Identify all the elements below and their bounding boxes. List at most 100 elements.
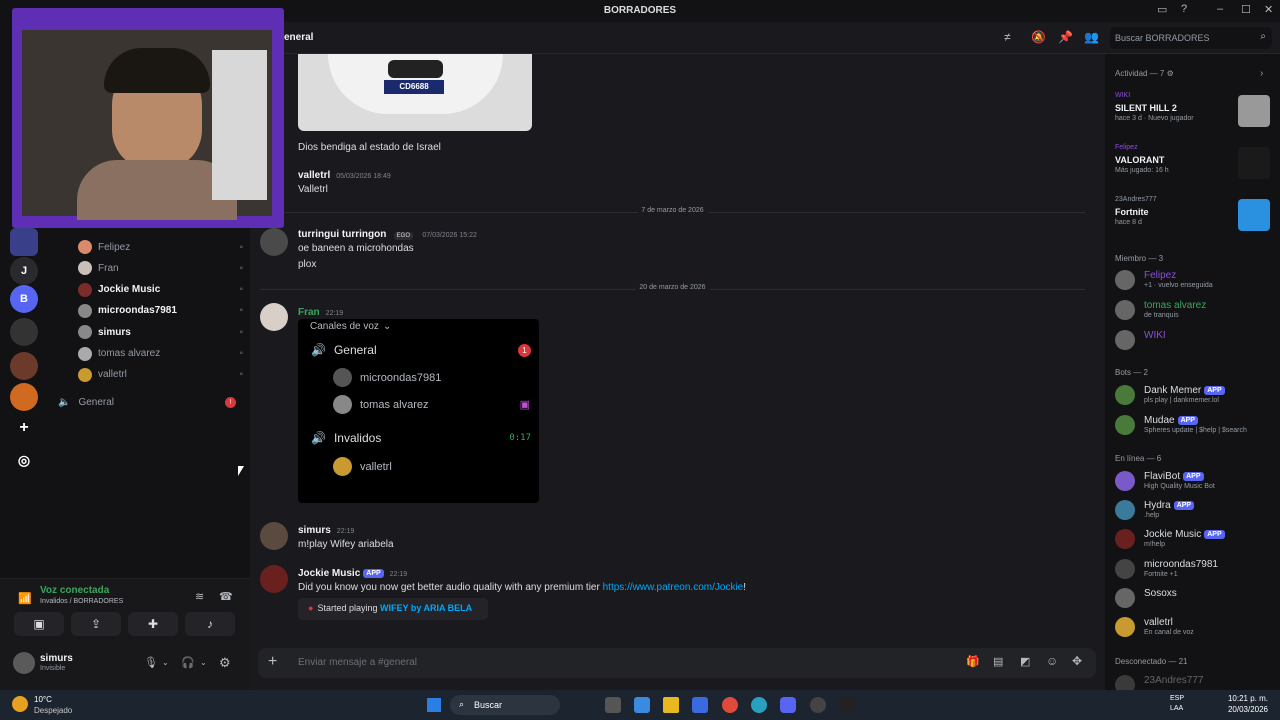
emoji-icon[interactable]: ☺ bbox=[1046, 654, 1058, 668]
mute-icon[interactable]: 🔕 bbox=[1031, 30, 1046, 44]
chevron-right-icon[interactable]: › bbox=[1260, 68, 1263, 79]
taskbar-search[interactable]: ⌕ Buscar bbox=[450, 695, 560, 715]
member-item[interactable]: 23Andres777 bbox=[1115, 673, 1275, 690]
minimize-button[interactable]: – bbox=[1217, 3, 1223, 15]
member-item[interactable]: Felipez +1 · vuelvo enseguida bbox=[1115, 268, 1275, 294]
voice-location[interactable]: Invalidos / BORRADORES bbox=[40, 598, 123, 605]
username[interactable]: valletrl bbox=[298, 170, 330, 181]
discord-icon[interactable] bbox=[780, 697, 796, 713]
help-icon[interactable]: ? bbox=[1181, 3, 1187, 15]
song-link[interactable]: WIFEY by ARIA BELA bbox=[380, 603, 472, 613]
chevron-down-icon[interactable]: ⌄ bbox=[200, 658, 207, 667]
game-thumbnail bbox=[1238, 95, 1270, 127]
activity-card[interactable]: 23Andres777 Fortnite hace 8 d bbox=[1115, 196, 1270, 242]
server-icon[interactable] bbox=[10, 228, 38, 256]
windows-start-icon[interactable] bbox=[427, 698, 441, 712]
avatar[interactable] bbox=[260, 228, 288, 256]
member-item[interactable]: microondas7981 Fortnite +1 bbox=[1115, 557, 1275, 583]
voice-user[interactable]: simurs ◦ bbox=[78, 322, 243, 342]
file-explorer-icon[interactable] bbox=[663, 697, 679, 713]
noise-suppression-icon[interactable]: ≋ bbox=[195, 590, 204, 603]
member-item[interactable]: Sosoxs bbox=[1115, 586, 1275, 612]
server-icon[interactable] bbox=[10, 318, 38, 346]
pin-icon[interactable]: 📌 bbox=[1058, 30, 1073, 44]
app-icon[interactable] bbox=[810, 697, 826, 713]
voice-user[interactable]: Jockie Music ◦ bbox=[78, 280, 243, 300]
members-icon[interactable]: 👥 bbox=[1084, 30, 1099, 44]
disconnect-icon[interactable]: ☎ bbox=[219, 590, 233, 603]
embed-user[interactable]: microondas7981 bbox=[333, 368, 441, 387]
chevron-down-icon[interactable]: ⌄ bbox=[162, 658, 169, 667]
sticker-icon[interactable]: ◩ bbox=[1020, 655, 1030, 668]
patreon-link[interactable]: https://www.patreon.com/Jockie bbox=[603, 582, 744, 593]
username[interactable]: Jockie Music bbox=[298, 568, 360, 579]
voice-user[interactable]: tomas alvarez ◦ bbox=[78, 344, 243, 364]
embed-user[interactable]: tomas alvarez ▣ bbox=[333, 395, 530, 414]
embed-channel-general[interactable]: 🔊 General 1 bbox=[311, 343, 531, 357]
camera-button[interactable]: ▣ bbox=[14, 612, 64, 636]
server-icon-b[interactable]: B bbox=[10, 285, 38, 313]
edge-icon[interactable] bbox=[751, 697, 767, 713]
threads-icon[interactable]: ≠ bbox=[1004, 30, 1011, 44]
gear-icon[interactable]: ⚙ bbox=[219, 655, 231, 671]
maximize-button[interactable]: ☐ bbox=[1241, 3, 1251, 16]
avatar[interactable] bbox=[260, 303, 288, 331]
username[interactable]: turringui turringon bbox=[298, 229, 386, 240]
message: Jockie Music APP 22:19 Did you know you no… bbox=[298, 565, 858, 593]
apps-icon[interactable]: ✥ bbox=[1072, 654, 1082, 668]
weather-icon[interactable] bbox=[12, 696, 28, 712]
gif-icon[interactable]: ▤ bbox=[993, 655, 1003, 668]
avatar[interactable] bbox=[13, 652, 35, 674]
add-server-icon[interactable]: + bbox=[10, 414, 38, 442]
soundboard-button[interactable]: ♪ bbox=[185, 612, 235, 636]
copilot-icon[interactable] bbox=[634, 697, 650, 713]
member-item[interactable]: WIKI bbox=[1115, 328, 1275, 354]
mic-icon[interactable]: 🎙 bbox=[144, 656, 158, 669]
avatar[interactable] bbox=[260, 522, 288, 550]
explore-icon[interactable]: ◎ bbox=[10, 446, 38, 474]
search-input[interactable]: Buscar BORRADORES ⌕ bbox=[1110, 27, 1272, 49]
voice-user[interactable]: Fran ◦ bbox=[78, 258, 243, 278]
activity-card[interactable]: Felipez VALORANT Más jugado: 16 h bbox=[1115, 144, 1270, 190]
server-icon-j[interactable]: J bbox=[10, 257, 38, 285]
avatar[interactable] bbox=[260, 565, 288, 593]
bot-item[interactable]: Dank Memer APP pls play | dankmemer.lol bbox=[1115, 383, 1275, 409]
server-icon[interactable] bbox=[10, 352, 38, 380]
status-icon: ◦ bbox=[239, 305, 243, 317]
voice-channel-general[interactable]: 🔈 General ! bbox=[58, 392, 243, 412]
close-button[interactable]: ✕ bbox=[1264, 3, 1273, 16]
embed-header[interactable]: Canales de voz ⌄ bbox=[310, 321, 391, 332]
username[interactable]: simurs bbox=[298, 525, 331, 536]
message-input[interactable]: Enviar mensaje a #general bbox=[298, 657, 417, 668]
server-icon[interactable] bbox=[10, 383, 38, 411]
gift-icon[interactable]: 🎁 bbox=[966, 655, 980, 668]
headphones-icon[interactable]: 🎧 bbox=[181, 656, 195, 669]
store-icon[interactable] bbox=[692, 697, 708, 713]
avatar bbox=[333, 395, 352, 414]
epic-games-icon[interactable] bbox=[839, 697, 855, 713]
member-item[interactable]: FlaviBot APP High Quality Music Bot bbox=[1115, 469, 1275, 495]
taskview-icon[interactable] bbox=[605, 697, 621, 713]
voice-user[interactable]: microondas7981 ◦ bbox=[78, 301, 243, 321]
avatar bbox=[78, 261, 92, 276]
voice-user[interactable]: valletrl ◦ bbox=[78, 365, 243, 385]
inbox-icon[interactable]: ▭ bbox=[1157, 3, 1167, 16]
member-item[interactable]: Jockie Music APP m!help bbox=[1115, 527, 1275, 553]
add-attachment-icon[interactable]: + bbox=[268, 653, 277, 671]
activity-card[interactable]: WIKI SILENT HILL 2 hace 3 d · Nuevo jugado… bbox=[1115, 92, 1270, 138]
chrome-icon[interactable] bbox=[722, 697, 738, 713]
avatar bbox=[1115, 270, 1135, 290]
game-thumbnail bbox=[1238, 147, 1270, 179]
screenshare-button[interactable]: ⇪ bbox=[71, 612, 121, 636]
member-item[interactable]: tomas alvarez de tranquis bbox=[1115, 298, 1275, 324]
attached-image[interactable]: CD6688 bbox=[298, 54, 532, 131]
username[interactable]: Fran bbox=[298, 307, 320, 318]
voice-user[interactable]: Felipez ◦ bbox=[78, 237, 243, 257]
embed-channel-invalidos[interactable]: 🔊 Invalidos 0:17 bbox=[311, 431, 531, 445]
embed-user[interactable]: valletrl bbox=[333, 457, 392, 476]
member-item[interactable]: valletrl En canal de voz bbox=[1115, 615, 1275, 641]
activities-button[interactable]: ✚ bbox=[128, 612, 178, 636]
bot-item[interactable]: Mudae APP Spheres update | $help | $search bbox=[1115, 413, 1275, 439]
clock-time[interactable]: 10:21 p. m. bbox=[1228, 694, 1268, 703]
member-item[interactable]: Hydra APP .help bbox=[1115, 498, 1275, 524]
